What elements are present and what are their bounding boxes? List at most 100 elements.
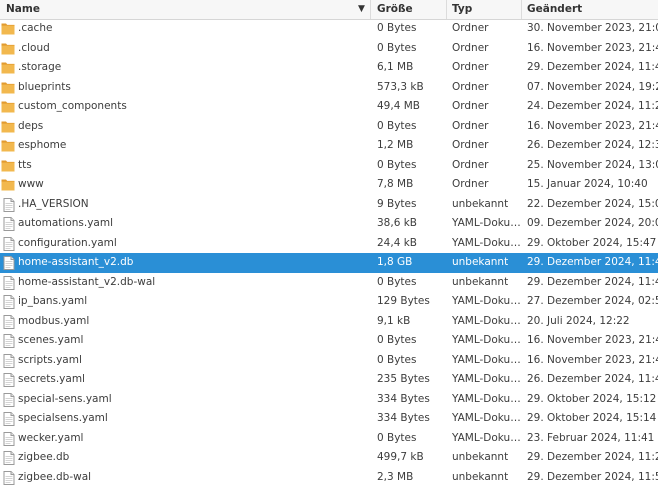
table-row[interactable]: wecker.yaml 0 Bytes YAML-Doku… 23. Februar … bbox=[0, 429, 658, 449]
table-row[interactable]: .HA_VERSION 9 Bytes unbekannt 22. Dezember … bbox=[0, 195, 658, 215]
file-type: unbekannt bbox=[452, 197, 509, 210]
file-modified: 29. Dezember 2024, 11:48 bbox=[527, 275, 658, 288]
folder-icon bbox=[1, 22, 15, 35]
file-size: 7,8 MB bbox=[377, 178, 414, 190]
file-icon bbox=[3, 451, 17, 465]
table-row[interactable]: .cache 0 Bytes Ordner 30. November 2023, 21… bbox=[0, 19, 658, 39]
file-type: YAML-Doku… bbox=[452, 334, 521, 346]
table-row[interactable]: modbus.yaml 9,1 kB YAML-Doku… 20. Juli 2024… bbox=[0, 312, 658, 332]
folder-icon bbox=[1, 81, 15, 94]
file-name: automations.yaml bbox=[18, 217, 114, 229]
file-size: 0 Bytes bbox=[377, 275, 417, 288]
file-modified: 23. Februar 2024, 11:41 bbox=[527, 431, 655, 444]
sort-descending-icon[interactable]: ▼ bbox=[358, 0, 365, 19]
file-icon bbox=[3, 314, 17, 329]
table-row[interactable]: automations.yaml 38,6 kB YAML-Doku… 09. Dez… bbox=[0, 214, 658, 234]
column-divider[interactable] bbox=[446, 0, 447, 19]
file-type: Ordner bbox=[452, 80, 489, 93]
file-icon bbox=[3, 392, 17, 407]
file-modified: 27. Dezember 2024, 02:56 bbox=[527, 295, 658, 307]
file-modified: 22. Dezember 2024, 15:09 bbox=[527, 197, 658, 210]
file-modified: 29. Dezember 2024, 11:48 bbox=[527, 256, 658, 268]
file-type: unbekannt bbox=[452, 451, 509, 463]
table-row[interactable]: www 7,8 MB Ordner 15. Januar 2024, 10:40 bbox=[0, 175, 658, 195]
file-icon bbox=[3, 197, 17, 212]
file-modified: 24. Dezember 2024, 11:21 bbox=[527, 100, 658, 112]
file-modified: 29. Dezember 2024, 11:29 bbox=[527, 451, 658, 463]
file-modified: 25. November 2024, 13:07 bbox=[527, 158, 658, 171]
file-rows: .cache 0 Bytes Ordner 30. November 2023, 21… bbox=[0, 19, 658, 487]
file-size: 1,2 MB bbox=[377, 139, 414, 151]
file-icon bbox=[3, 412, 17, 426]
file-size: 0 Bytes bbox=[377, 158, 417, 171]
table-row[interactable]: ip_bans.yaml 129 Bytes YAML-Doku… 27. Dezem… bbox=[0, 292, 658, 312]
table-row[interactable]: zigbee.db 499,7 kB unbekannt 29. Dezember 2… bbox=[0, 448, 658, 468]
file-modified: 15. Januar 2024, 10:40 bbox=[527, 178, 648, 190]
file-size: 0 Bytes bbox=[377, 334, 417, 346]
file-size: 235 Bytes bbox=[377, 373, 430, 385]
table-row[interactable]: deps 0 Bytes Ordner 16. November 2023, 21:4… bbox=[0, 117, 658, 137]
file-icon bbox=[3, 275, 17, 290]
folder-icon bbox=[1, 120, 15, 133]
table-row[interactable]: blueprints 573,3 kB Ordner 07. November 202… bbox=[0, 78, 658, 98]
file-modified: 30. November 2023, 21:07 bbox=[527, 22, 658, 34]
file-type: unbekannt bbox=[452, 470, 509, 483]
file-name: modbus.yaml bbox=[18, 314, 90, 327]
file-modified: 29. Dezember 2024, 11:48 bbox=[527, 61, 658, 73]
table-row[interactable]: secrets.yaml 235 Bytes YAML-Doku… 26. Dezem… bbox=[0, 370, 658, 390]
table-row[interactable]: scripts.yaml 0 Bytes YAML-Doku… 16. Novembe… bbox=[0, 351, 658, 371]
file-modified: 16. November 2023, 21:45 bbox=[527, 353, 658, 366]
file-size: 9 Bytes bbox=[377, 197, 417, 210]
file-name: esphome bbox=[18, 139, 67, 151]
table-row[interactable]: configuration.yaml 24,4 kB YAML-Doku… 29. O… bbox=[0, 234, 658, 254]
file-type: Ordner bbox=[452, 119, 489, 132]
file-type: Ordner bbox=[452, 61, 489, 73]
table-row-selected[interactable]: home-assistant_v2.db 1,8 GB unbekannt 29. D… bbox=[0, 253, 658, 273]
file-modified: 16. November 2023, 21:45 bbox=[527, 334, 658, 346]
file-type: Ordner bbox=[452, 41, 489, 54]
table-row[interactable]: specialsens.yaml 334 Bytes YAML-Doku… 29. O… bbox=[0, 409, 658, 429]
file-name: zigbee.db-wal bbox=[18, 470, 92, 483]
table-row[interactable]: .cloud 0 Bytes Ordner 16. November 2023, 21… bbox=[0, 39, 658, 59]
file-modified: 16. November 2023, 21:45 bbox=[527, 119, 658, 132]
file-size: 0 Bytes bbox=[377, 119, 417, 132]
table-row[interactable]: special-sens.yaml 334 Bytes YAML-Doku… 29. … bbox=[0, 390, 658, 410]
file-type: unbekannt bbox=[452, 256, 509, 268]
folder-icon bbox=[1, 159, 15, 172]
file-name: wecker.yaml bbox=[18, 431, 84, 444]
file-modified: 20. Juli 2024, 12:22 bbox=[527, 314, 630, 327]
table-row[interactable]: tts 0 Bytes Ordner 25. November 2024, 13:07 bbox=[0, 156, 658, 176]
file-size: 573,3 kB bbox=[377, 80, 424, 93]
file-type: YAML-Doku… bbox=[452, 314, 521, 327]
file-icon bbox=[3, 295, 17, 309]
table-row[interactable]: scenes.yaml 0 Bytes YAML-Doku… 16. November… bbox=[0, 331, 658, 351]
table-row[interactable]: .storage 6,1 MB Ordner 29. Dezember 2024, 1… bbox=[0, 58, 658, 78]
file-modified: 26. Dezember 2024, 11:49 bbox=[527, 373, 658, 385]
file-name: www bbox=[18, 178, 44, 190]
table-row[interactable]: zigbee.db-wal 2,3 MB unbekannt 29. Dezember… bbox=[0, 468, 658, 488]
file-size: 0 Bytes bbox=[377, 431, 417, 444]
file-size: 0 Bytes bbox=[377, 22, 417, 34]
column-header-modified[interactable]: Geändert bbox=[527, 0, 582, 19]
file-modified: 16. November 2023, 21:45 bbox=[527, 41, 658, 54]
column-divider[interactable] bbox=[521, 0, 522, 19]
table-row[interactable]: custom_components 49,4 MB Ordner 24. Dezemb… bbox=[0, 97, 658, 117]
file-icon bbox=[3, 217, 17, 231]
table-row[interactable]: esphome 1,2 MB Ordner 26. Dezember 2024, 12… bbox=[0, 136, 658, 156]
file-modified: 29. Dezember 2024, 11:55 bbox=[527, 470, 658, 483]
folder-icon bbox=[1, 100, 15, 113]
file-name: .storage bbox=[18, 61, 62, 73]
file-size: 0 Bytes bbox=[377, 41, 417, 54]
file-size: 499,7 kB bbox=[377, 451, 424, 463]
file-name: blueprints bbox=[18, 80, 71, 93]
file-size: 0 Bytes bbox=[377, 353, 417, 366]
file-size: 24,4 kB bbox=[377, 236, 418, 249]
column-header-name[interactable]: Name bbox=[6, 0, 40, 19]
column-header-size[interactable]: Größe bbox=[377, 0, 413, 19]
table-row[interactable]: home-assistant_v2.db-wal 0 Bytes unbekannt… bbox=[0, 273, 658, 293]
column-header-type[interactable]: Typ bbox=[452, 0, 472, 19]
column-divider[interactable] bbox=[370, 0, 371, 19]
file-modified: 29. Oktober 2024, 15:12 bbox=[527, 392, 657, 405]
file-type: YAML-Doku… bbox=[452, 392, 521, 405]
file-size: 129 Bytes bbox=[377, 295, 430, 307]
